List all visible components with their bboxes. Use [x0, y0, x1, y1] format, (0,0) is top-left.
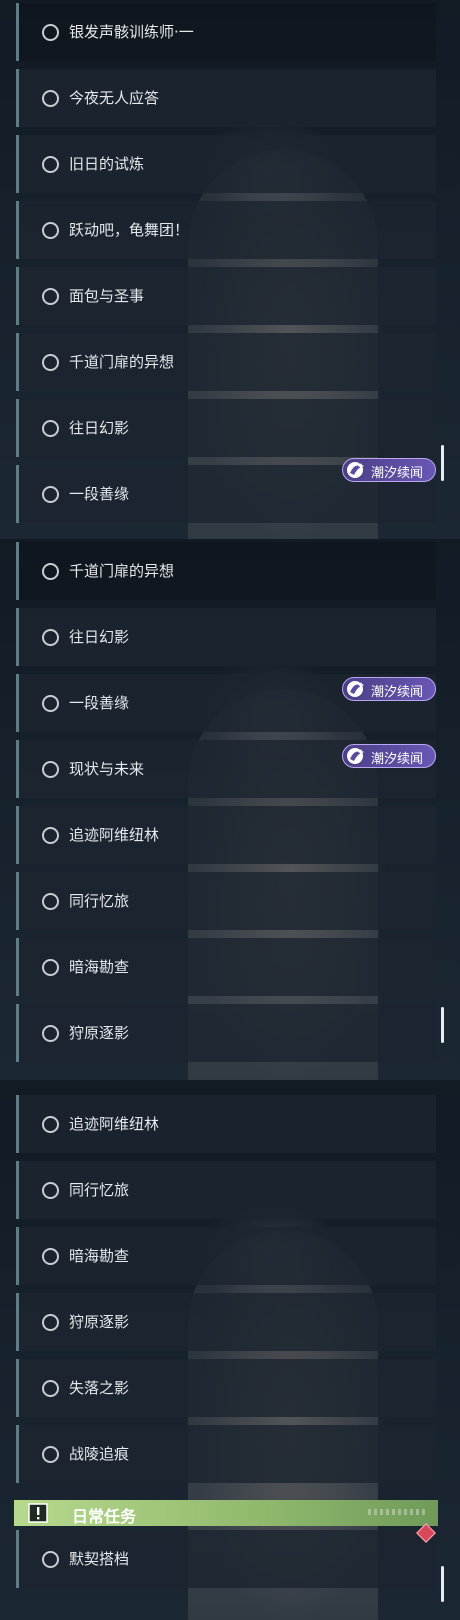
quest-row[interactable]: 暗海勘查 [16, 938, 436, 996]
quest-row[interactable]: 往日幻影 [16, 608, 436, 666]
swirl-icon [347, 462, 364, 478]
quest-title: 失落之影 [69, 1379, 130, 1397]
status-circle-icon [42, 90, 59, 107]
quest-row[interactable]: 跃动吧，龟舞团！ [16, 201, 436, 259]
quest-list-panel-1: 银发声骸训练师·一 今夜无人应答 旧日的试炼 跃动吧，龟舞团！ 面包与圣事 千道… [0, 0, 460, 539]
status-circle-icon [42, 1116, 59, 1133]
quest-row[interactable]: 战陵追痕 [16, 1425, 436, 1483]
quest-row[interactable]: 同行忆旅 [16, 872, 436, 930]
status-circle-icon [42, 1248, 59, 1265]
daily-quests-header[interactable]: 日常任务 [14, 1500, 438, 1526]
quest-row[interactable]: 失落之影 [16, 1359, 436, 1417]
status-circle-icon [42, 24, 59, 41]
status-circle-icon [42, 486, 59, 503]
quest-title: 同行忆旅 [69, 892, 130, 910]
quest-title: 一段善缘 [69, 485, 130, 503]
quest-row[interactable]: 旧日的试炼 [16, 135, 436, 193]
header-decoration [368, 1509, 428, 1515]
status-circle-icon [42, 563, 59, 580]
quest-title: 旧日的试炼 [69, 155, 145, 173]
quest-title: 战陵追痕 [69, 1445, 130, 1463]
quest-title: 狩原逐影 [69, 1313, 130, 1331]
quest-row[interactable]: 千道门扉的异想 [16, 542, 436, 600]
tide-badge: 潮汐续闻 [342, 744, 436, 768]
status-circle-icon [42, 354, 59, 371]
scrollbar-thumb[interactable] [441, 445, 444, 481]
quest-title: 追迹阿维纽林 [69, 1115, 160, 1133]
status-circle-icon [42, 1446, 59, 1463]
status-circle-icon [42, 629, 59, 646]
quest-title: 千道门扉的异想 [69, 562, 175, 580]
tide-badge: 潮汐续闻 [342, 677, 436, 701]
quest-row[interactable]: 狩原逐影 [16, 1293, 436, 1351]
status-circle-icon [42, 222, 59, 239]
quest-row[interactable]: 千道门扉的异想 [16, 333, 436, 391]
status-circle-icon [42, 156, 59, 173]
status-circle-icon [42, 420, 59, 437]
quest-title: 今夜无人应答 [69, 89, 160, 107]
badge-label: 潮汐续闻 [371, 466, 424, 481]
badge-label: 潮汐续闻 [371, 752, 424, 767]
status-circle-icon [42, 288, 59, 305]
quest-row[interactable]: 面包与圣事 [16, 267, 436, 325]
quest-row[interactable]: 同行忆旅 [16, 1161, 436, 1219]
quest-row[interactable]: 狩原逐影 [16, 1004, 436, 1062]
quest-title: 面包与圣事 [69, 287, 145, 305]
quest-title: 跃动吧，龟舞团！ [69, 221, 190, 239]
status-circle-icon [42, 695, 59, 712]
quest-title: 暗海勘查 [69, 1247, 130, 1265]
quest-list-panel-2: 千道门扉的异想 往日幻影 一段善缘 现状与未来 追迹阿维纽林 同行忆旅 暗海勘查… [0, 539, 460, 1080]
status-circle-icon [42, 1314, 59, 1331]
quest-title: 默契搭档 [69, 1550, 130, 1568]
status-circle-icon [42, 827, 59, 844]
status-circle-icon [42, 761, 59, 778]
quest-title: 暗海勘查 [69, 958, 130, 976]
status-circle-icon [42, 1182, 59, 1199]
quest-row[interactable]: 追迹阿维纽林 [16, 1095, 436, 1153]
quest-row[interactable]: 追迹阿维纽林 [16, 806, 436, 864]
scrollbar-thumb[interactable] [441, 1566, 444, 1602]
badge-label: 潮汐续闻 [371, 685, 424, 700]
quest-title: 银发声骸训练师·一 [69, 23, 194, 41]
section-title: 日常任务 [72, 1507, 137, 1526]
exclamation-icon [28, 1503, 48, 1523]
quest-row[interactable]: 银发声骸训练师·一 [16, 3, 436, 61]
tide-badge: 潮汐续闻 [342, 458, 436, 482]
quest-title: 现状与未来 [69, 760, 145, 778]
status-circle-icon [42, 893, 59, 910]
quest-title: 千道门扉的异想 [69, 353, 175, 371]
quest-row[interactable]: 暗海勘查 [16, 1227, 436, 1285]
quest-title: 往日幻影 [69, 628, 130, 646]
status-circle-icon [42, 1380, 59, 1397]
status-circle-icon [42, 959, 59, 976]
quest-title: 狩原逐影 [69, 1024, 130, 1042]
quest-title: 往日幻影 [69, 419, 130, 437]
quest-title: 追迹阿维纽林 [69, 826, 160, 844]
quest-list-panel-3: 追迹阿维纽林 同行忆旅 暗海勘查 狩原逐影 失落之影 战陵追痕 默契搭档 [0, 1080, 460, 1620]
quest-title: 一段善缘 [69, 694, 130, 712]
swirl-icon [347, 748, 364, 764]
quest-row[interactable]: 往日幻影 [16, 399, 436, 457]
swirl-icon [347, 681, 364, 697]
daily-quest-row[interactable]: 默契搭档 [16, 1530, 436, 1588]
quest-title: 同行忆旅 [69, 1181, 130, 1199]
status-circle-icon [42, 1025, 59, 1042]
status-circle-icon [42, 1551, 59, 1568]
scrollbar-thumb[interactable] [441, 1007, 444, 1043]
quest-row[interactable]: 今夜无人应答 [16, 69, 436, 127]
